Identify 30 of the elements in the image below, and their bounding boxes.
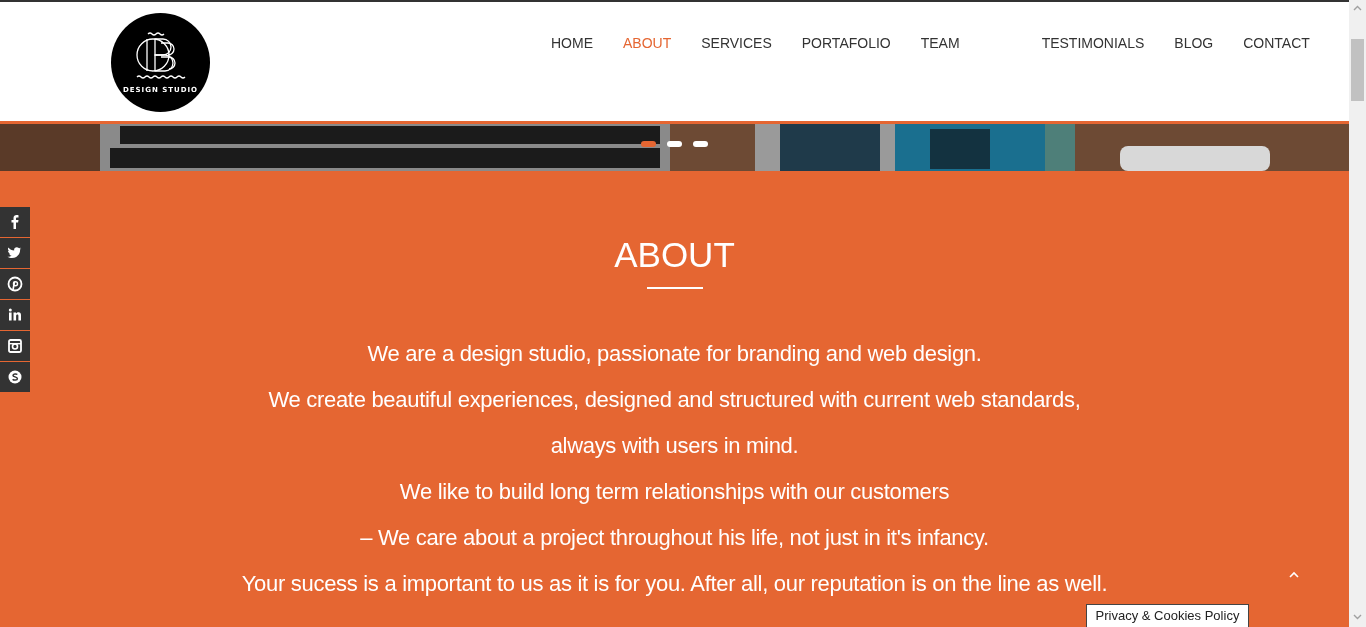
nav-link[interactable]: CONTACT (1228, 33, 1325, 53)
about-text: Your sucess is a important to us as it is for you. After all, our reputation is on the line as well. (241, 570, 1108, 598)
pinterest-icon (6, 275, 24, 293)
about-text: We create beautiful experiences, designed and structured with current web standards, (268, 386, 1081, 414)
social-button[interactable] (0, 362, 30, 392)
social-button[interactable] (0, 207, 30, 237)
skype-icon (6, 368, 24, 386)
section-title: ABOUT (614, 234, 735, 276)
scroll-up-icon[interactable] (1288, 570, 1300, 579)
title-underline (646, 287, 703, 289)
instagram-icon (6, 337, 24, 355)
social-button[interactable] (0, 331, 30, 361)
scrollbar[interactable] (1349, 0, 1366, 627)
nav-link[interactable]: TEAM (905, 33, 975, 53)
social-button[interactable] (0, 238, 30, 268)
nav-link[interactable]: HOME (536, 33, 608, 53)
nav-link[interactable]: SERVICES (686, 33, 787, 53)
nav-link[interactable]: TESTIMONIALS (1026, 33, 1160, 53)
linkedin-icon (6, 306, 24, 324)
nav-link[interactable]: BLOG (1159, 33, 1229, 53)
nav-link[interactable]: PORTAFOLIO (786, 33, 906, 53)
privacy-button[interactable]: Privacy & Cookies Policy (1086, 604, 1249, 627)
about-text: – We care about a project throughout his life, not just in it's infancy. (360, 524, 989, 552)
about-text: always with users in mind. (550, 432, 799, 460)
social-button[interactable] (0, 300, 30, 330)
social-button[interactable] (0, 269, 30, 299)
about-text: We like to build long term relationships with our customers (399, 478, 950, 506)
scrollbar-thumb[interactable] (1351, 39, 1364, 101)
facebook-icon (11, 215, 19, 229)
about-text: We are a design studio, passionate for branding and web design. (367, 340, 982, 368)
